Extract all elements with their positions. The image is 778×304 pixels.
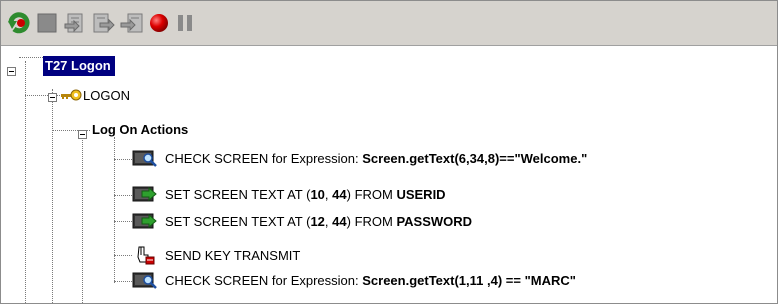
- action-expression: Screen.getText(1,11 ,4) == "MARC": [362, 273, 576, 288]
- tree-node-log-on-actions[interactable]: Log On Actions: [92, 121, 188, 139]
- action-row: 12: [310, 214, 325, 229]
- tree-connector: [82, 136, 83, 303]
- action-text: SET SCREEN TEXT AT (: [165, 187, 311, 202]
- record-icon: [150, 14, 168, 32]
- key-icon: [61, 89, 82, 101]
- tree-connector: [114, 221, 132, 222]
- action-expression: Screen.getText(6,34,8)=="Welcome.": [362, 151, 588, 166]
- check-screen-icon: [132, 272, 157, 289]
- tree-connector: [25, 61, 26, 303]
- tree-node-root-label: T27 Logon: [45, 58, 111, 73]
- run-icon: [8, 12, 30, 34]
- toolbar: [1, 1, 777, 46]
- step-out-button[interactable]: [119, 10, 145, 36]
- check-screen-icon: [132, 150, 157, 167]
- tree-connector: [114, 281, 132, 282]
- action-column: 44: [332, 187, 347, 202]
- set-screen-text-icon: [132, 186, 157, 202]
- expand-toggle[interactable]: [48, 93, 57, 102]
- set-screen-text-icon: [132, 213, 157, 229]
- tree-node-action[interactable]: SET SCREEN TEXT AT (12, 44) FROM PASSWOR…: [165, 213, 472, 231]
- tree-node-action[interactable]: SET SCREEN TEXT AT (10, 44) FROM USERID: [165, 186, 446, 204]
- tree-connector: [114, 195, 132, 196]
- send-key-icon: [137, 246, 155, 265]
- action-variable: PASSWORD: [396, 214, 473, 229]
- tree-node-action[interactable]: CHECK SCREEN for Expression: Screen.getT…: [165, 272, 576, 290]
- tree-node-action[interactable]: SEND KEY TRANSMIT: [165, 247, 300, 265]
- record-button[interactable]: [146, 10, 172, 36]
- pause-icon: [178, 15, 192, 31]
- tree-connector: [114, 159, 132, 160]
- action-row: 10: [310, 187, 325, 202]
- action-variable: USERID: [396, 187, 446, 202]
- expand-toggle[interactable]: [78, 130, 87, 139]
- tree-node-logon[interactable]: LOGON: [83, 87, 130, 105]
- action-text: SEND KEY TRANSMIT: [165, 248, 301, 263]
- action-text: ) FROM: [346, 187, 397, 202]
- action-text: SET SCREEN TEXT AT (: [165, 214, 311, 229]
- stop-button[interactable]: [34, 10, 60, 36]
- script-tree: T27 Logon LOGON Log On Actions CHECK SCR…: [1, 46, 777, 303]
- run-button[interactable]: [7, 10, 33, 36]
- script-editor-window: T27 Logon LOGON Log On Actions CHECK SCR…: [0, 0, 778, 304]
- step-over-icon: [93, 13, 115, 33]
- expand-toggle[interactable]: [7, 67, 16, 76]
- action-text: CHECK SCREEN for Expression:: [165, 273, 363, 288]
- stop-icon: [37, 13, 57, 33]
- tree-connector: [19, 57, 43, 58]
- tree-connector: [52, 89, 53, 303]
- step-out-icon: [120, 13, 143, 33]
- tree-node-logon-label: LOGON: [83, 88, 130, 103]
- tree-connector: [114, 255, 132, 256]
- tree-node-action[interactable]: CHECK SCREEN for Expression: Screen.getT…: [165, 150, 587, 168]
- tree-node-log-on-actions-label: Log On Actions: [92, 122, 189, 137]
- action-column: 44: [332, 214, 347, 229]
- step-over-button[interactable]: [91, 10, 117, 36]
- tree-node-root[interactable]: T27 Logon: [43, 56, 115, 76]
- action-text: CHECK SCREEN for Expression:: [165, 151, 363, 166]
- step-into-icon: [64, 13, 83, 33]
- step-into-button[interactable]: [63, 10, 89, 36]
- pause-button[interactable]: [172, 10, 198, 36]
- action-text: ) FROM: [346, 214, 397, 229]
